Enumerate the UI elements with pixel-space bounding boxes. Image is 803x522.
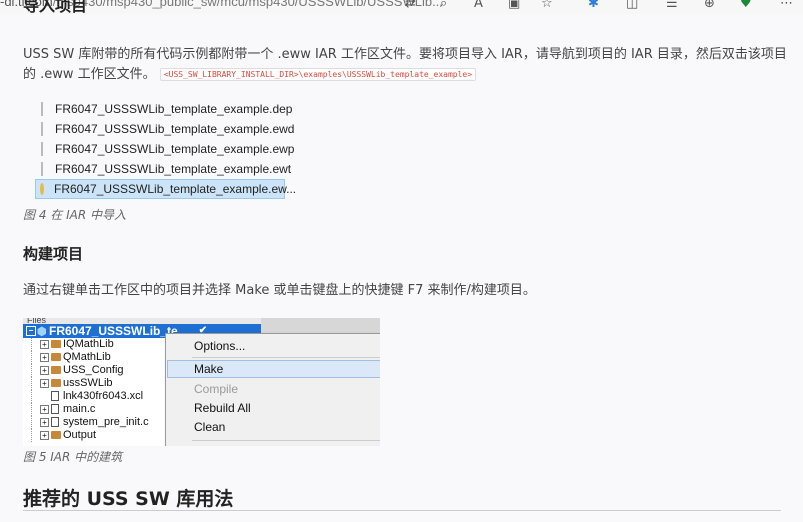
more-options-icon[interactable]: ⋯ xyxy=(780,0,793,13)
collapse-icon: − xyxy=(26,326,36,336)
iar-build-screenshot: Files − ⬢ FR6047_USSSWLib_te ✔ + IQMathLi… xyxy=(23,318,380,446)
file-name: FR6047_USSSWLib_template_example.ewp xyxy=(55,142,295,156)
file-name: FR6047_USSSWLib_template_example.ew... xyxy=(54,182,297,196)
project-icon: ⬢ xyxy=(37,326,47,338)
file-row: FR6047_USSSWLib_template_example.ewd xyxy=(35,119,294,139)
file-row-selected: FR6047_USSSWLib_template_example.ew... xyxy=(35,179,296,199)
tree-node: + main.c xyxy=(23,403,173,416)
figure-4-caption: 图 4 在 IAR 中导入 xyxy=(23,208,126,222)
file-list-image: FR6047_USSSWLib_template_example.dep FR6… xyxy=(35,99,296,199)
import-project-heading: 导入项目 xyxy=(23,0,88,15)
file-row: FR6047_USSSWLib_template_example.dep xyxy=(35,99,292,119)
root-project-label: FR6047_USSSWLib_te xyxy=(49,324,178,338)
expand-icon: + xyxy=(40,405,49,414)
document-icon xyxy=(51,417,59,427)
build-paragraph: 通过右键单击工作区中的项目并选择 Make 或单击键盘上的快捷键 F7 来制作/… xyxy=(23,283,536,298)
menu-item-compile: Compile xyxy=(194,382,239,396)
iar-workspace-icon xyxy=(40,183,44,195)
collections-icon[interactable]: ⊕ xyxy=(704,0,715,13)
expand-icon: + xyxy=(40,353,49,362)
menu-separator xyxy=(192,357,380,358)
folder-icon xyxy=(51,340,61,348)
tree-node-label: Output xyxy=(63,429,97,441)
favorite-star-icon[interactable]: ☆ xyxy=(541,0,553,13)
tree-node-label: USS_Config xyxy=(63,364,124,376)
document-icon xyxy=(51,404,59,414)
folder-icon xyxy=(51,366,61,374)
folder-icon xyxy=(51,353,61,361)
tree-node: + USS_Config xyxy=(23,364,173,377)
extensions-icon[interactable]: ✱ xyxy=(588,0,599,13)
browser-toolbar: -dl.ti.com/msp430/msp430_public_sw/mcu/m… xyxy=(0,0,803,14)
tree-node: + Output xyxy=(23,429,173,442)
expand-icon: + xyxy=(40,366,49,375)
expand-icon: + xyxy=(40,340,49,349)
expand-icon: + xyxy=(40,418,49,427)
recommended-usage-heading: 推荐的 USS SW 库用法 xyxy=(23,488,234,510)
app-icon[interactable]: ▣ xyxy=(508,0,520,13)
tree-node: + QMathLib xyxy=(23,351,173,364)
url-path: /msp430/msp430_public_sw/mcu/msp430/USSS… xyxy=(52,0,443,9)
figure-5-caption: 图 5 IAR 中的建筑 xyxy=(23,450,123,464)
install-path-code: <USS_SW_LIBRARY_INSTALL_DIR>\examples\US… xyxy=(159,68,477,81)
intro-paragraph: USS SW 库附带的所有代码示例都附带一个 .eww IAR 工作区文件。要将… xyxy=(23,45,788,85)
read-aloud-icon[interactable]: A xyxy=(474,0,483,13)
file-icon xyxy=(41,102,43,116)
zoom-icon[interactable]: ⌕ xyxy=(440,0,447,13)
tree-node-label: ussSWLib xyxy=(63,377,113,389)
tree-node: lnk430fr6043.xcl xyxy=(23,390,173,403)
menu-item-rebuild-all: Rebuild All xyxy=(194,401,251,415)
tree-node-label: lnk430fr6043.xcl xyxy=(63,390,144,402)
document-icon xyxy=(51,391,59,401)
expand-icon: + xyxy=(40,379,49,388)
tree-node-label: system_pre_init.c xyxy=(63,416,149,428)
folder-icon xyxy=(51,379,61,387)
file-row: FR6047_USSSWLib_template_example.ewp xyxy=(35,139,294,159)
tree-node: + system_pre_init.c xyxy=(23,416,173,429)
file-row: FR6047_USSSWLib_template_example.ewt xyxy=(35,159,291,179)
menu-item-options: Options... xyxy=(194,339,246,353)
tree-node-label: IQMathLib xyxy=(63,338,114,350)
file-name: FR6047_USSSWLib_template_example.ewt xyxy=(55,162,292,176)
tree-node-label: main.c xyxy=(63,403,96,415)
context-menu: Options... Make Compile Rebuild All Clea… xyxy=(165,333,380,446)
favorites-list-icon[interactable]: ☰ xyxy=(666,0,678,13)
heading-divider xyxy=(23,510,781,511)
file-icon xyxy=(41,122,43,136)
split-screen-icon[interactable]: ◫ xyxy=(626,0,638,13)
file-name: FR6047_USSSWLib_template_example.ewd xyxy=(55,122,295,136)
folder-icon xyxy=(51,431,61,439)
menu-item-make: Make xyxy=(194,362,224,376)
tree-node: + IQMathLib xyxy=(23,338,173,351)
build-project-heading: 构建项目 xyxy=(23,245,84,263)
menu-item-clean: Clean xyxy=(194,420,226,434)
file-icon xyxy=(41,162,43,176)
menu-separator xyxy=(192,440,380,441)
file-icon xyxy=(41,142,43,156)
share-icon[interactable]: ⇄ xyxy=(405,0,416,13)
browser-essentials-icon[interactable]: ♥ xyxy=(740,0,752,13)
expand-icon: + xyxy=(40,431,49,440)
tree-node: + ussSWLib xyxy=(23,377,173,390)
file-name: FR6047_USSSWLib_template_example.dep xyxy=(55,102,293,116)
tree-node-label: QMathLib xyxy=(63,351,111,363)
